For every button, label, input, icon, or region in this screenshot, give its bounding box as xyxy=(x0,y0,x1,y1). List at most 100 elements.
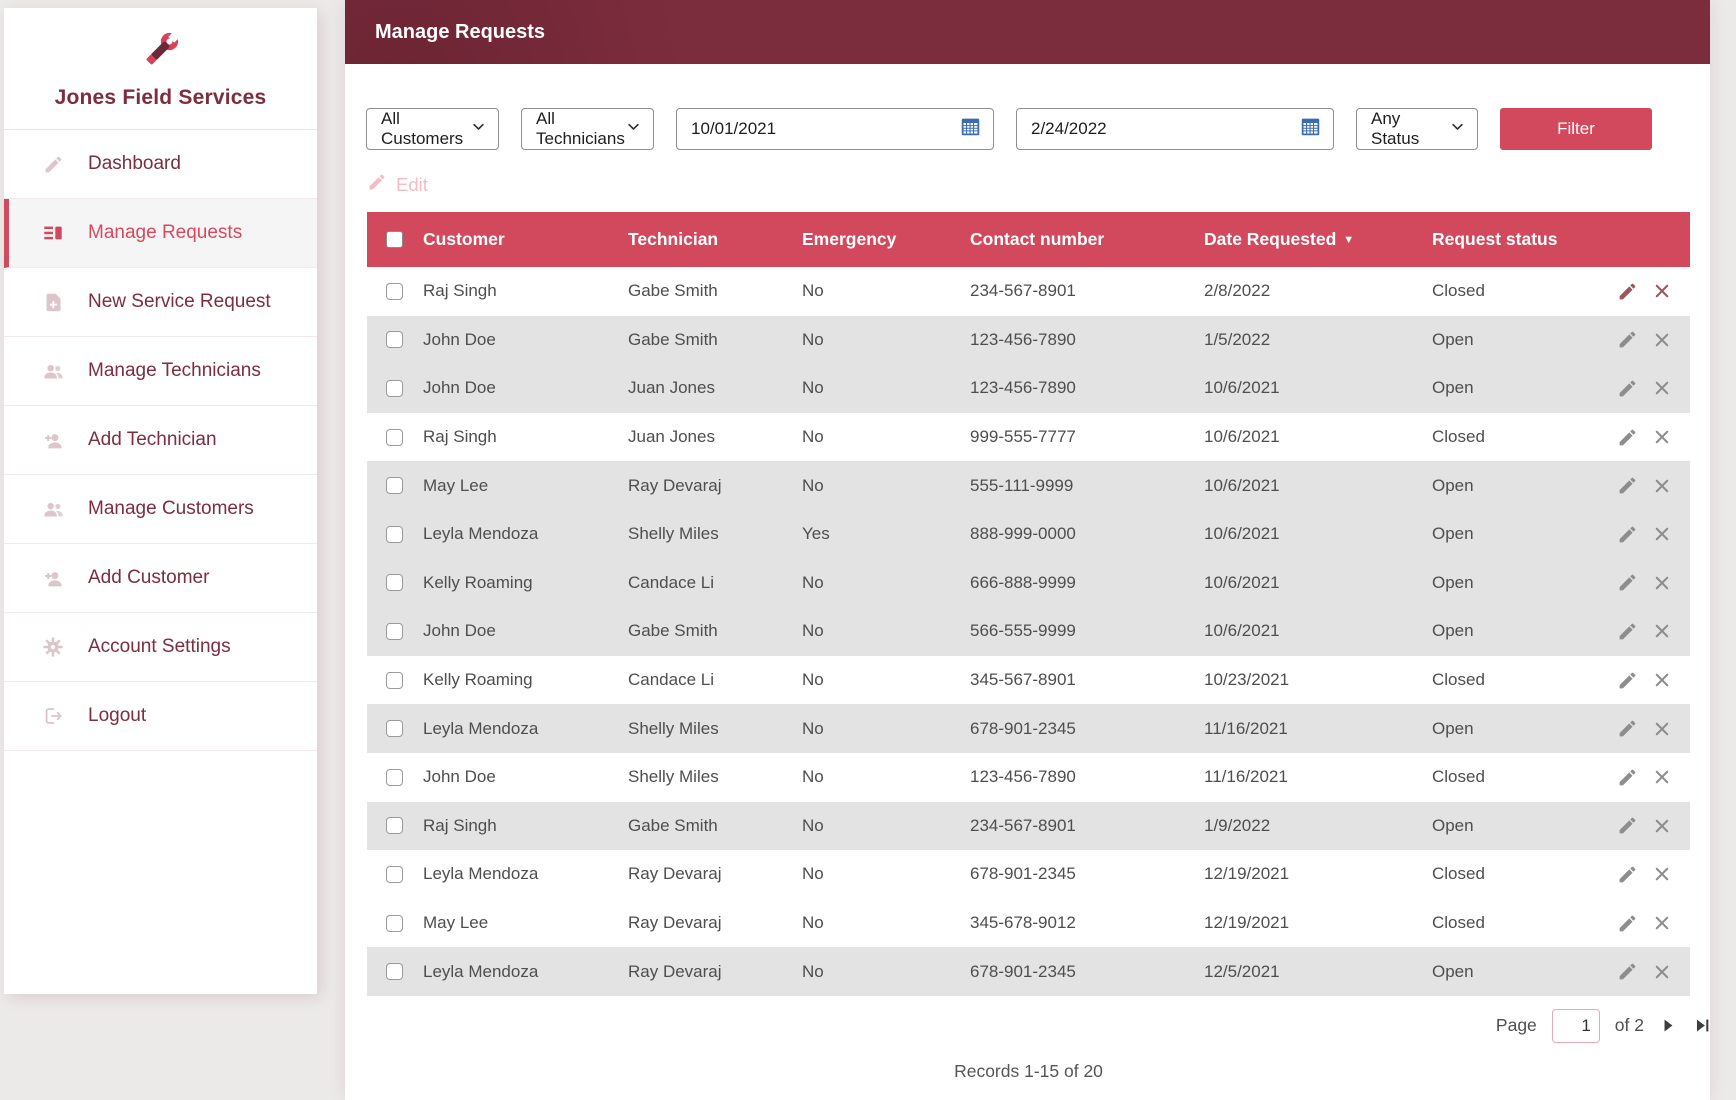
cell-emergency: No xyxy=(802,364,970,413)
select-row-checkbox[interactable] xyxy=(386,477,403,495)
delete-row-icon[interactable] xyxy=(1653,622,1671,640)
gear-icon xyxy=(40,636,66,658)
select-row-checkbox[interactable] xyxy=(386,525,403,543)
cell-date-requested: 10/6/2021 xyxy=(1204,607,1432,656)
select-row-checkbox[interactable] xyxy=(386,720,403,738)
edit-row-icon[interactable] xyxy=(1617,329,1638,350)
edit-row-icon[interactable] xyxy=(1617,767,1638,788)
delete-row-icon[interactable] xyxy=(1653,428,1671,446)
date-to-value: 2/24/2022 xyxy=(1031,119,1107,138)
requests-table: Customer Technician Emergency Contact numbe… xyxy=(367,212,1690,996)
delete-row-icon[interactable] xyxy=(1653,331,1671,349)
edit-row-icon[interactable] xyxy=(1617,378,1638,399)
pencil-icon xyxy=(40,154,66,175)
sidebar-item-manage-technicians[interactable]: Manage Technicians xyxy=(4,337,317,406)
select-row-checkbox[interactable] xyxy=(386,671,403,689)
cell-technician: Gabe Smith xyxy=(628,607,802,656)
table-body: Raj Singh Gabe Smith No 234-567-8901 2/8/202… xyxy=(367,267,1690,996)
delete-row-icon[interactable] xyxy=(1653,865,1671,883)
cell-date-requested: 10/6/2021 xyxy=(1204,427,1280,447)
select-row-checkbox[interactable] xyxy=(386,963,403,981)
page-number-input[interactable] xyxy=(1551,1008,1600,1043)
sidebar-item-manage-customers[interactable]: Manage Customers xyxy=(4,475,317,544)
cell-contact-number: 999-555-7777 xyxy=(970,427,1076,447)
select-row-checkbox[interactable] xyxy=(386,574,403,592)
sidebar-item-add-technician[interactable]: Add Technician xyxy=(4,406,317,475)
cell-emergency: No xyxy=(802,461,970,510)
delete-row-icon[interactable] xyxy=(1653,817,1671,835)
cell-customer: Raj Singh xyxy=(423,801,628,851)
edit-row-icon[interactable] xyxy=(1617,864,1638,885)
delete-row-icon[interactable] xyxy=(1653,768,1671,786)
edit-row-icon[interactable] xyxy=(1617,621,1638,642)
date-to-input[interactable]: 2/24/2022 xyxy=(1016,108,1334,150)
sidebar-item-logout[interactable]: Logout xyxy=(4,682,317,751)
delete-row-icon[interactable] xyxy=(1653,379,1671,397)
technician-filter-select[interactable]: All Technicians xyxy=(521,108,654,150)
delete-row-icon[interactable] xyxy=(1653,914,1671,932)
select-row-checkbox[interactable] xyxy=(386,768,403,786)
sidebar: Jones Field Services Dashboard Manage Req… xyxy=(4,8,317,994)
edit-row-icon[interactable] xyxy=(1617,427,1638,448)
column-header-technician[interactable]: Technician xyxy=(628,212,802,267)
document-add-icon xyxy=(40,292,66,313)
select-row-checkbox[interactable] xyxy=(386,379,403,397)
select-row-checkbox[interactable] xyxy=(386,622,403,640)
edit-row-icon[interactable] xyxy=(1617,670,1638,691)
sidebar-item-dashboard[interactable]: Dashboard xyxy=(4,130,317,199)
edit-row-icon[interactable] xyxy=(1617,961,1638,982)
column-header-contact-number[interactable]: Contact number xyxy=(970,212,1204,267)
customer-filter-select[interactable]: All Customers xyxy=(366,108,499,150)
delete-row-icon[interactable] xyxy=(1653,525,1671,543)
next-page-icon[interactable] xyxy=(1659,1016,1678,1035)
main-panel: Manage Requests All Customers All Techni… xyxy=(345,0,1710,1100)
select-row-checkbox[interactable] xyxy=(386,428,403,446)
edit-button-disabled[interactable]: Edit xyxy=(367,172,428,197)
sidebar-item-add-customer[interactable]: Add Customer xyxy=(4,544,317,613)
edit-row-icon[interactable] xyxy=(1617,475,1638,496)
column-header-date-requested[interactable]: Date Requested ▼ xyxy=(1204,212,1432,267)
sidebar-item-account-settings[interactable]: Account Settings xyxy=(4,613,317,682)
edit-row-icon[interactable] xyxy=(1617,281,1638,302)
delete-row-icon[interactable] xyxy=(1653,671,1671,689)
date-from-input[interactable]: 10/01/2021 xyxy=(676,108,994,150)
delete-row-icon[interactable] xyxy=(1653,574,1671,592)
select-row-checkbox[interactable] xyxy=(386,282,403,300)
delete-row-icon[interactable] xyxy=(1653,963,1671,981)
select-row-checkbox[interactable] xyxy=(386,331,403,349)
cell-technician: Juan Jones xyxy=(628,427,715,447)
sidebar-item-new-service-request[interactable]: New Service Request xyxy=(4,268,317,337)
cell-contact-number: 345-678-9012 xyxy=(970,913,1076,933)
table-row: John Doe Juan Jones No 123-456-7890 10/6/202… xyxy=(367,364,1690,413)
delete-row-icon[interactable] xyxy=(1653,720,1671,738)
sidebar-item-manage-requests[interactable]: Manage Requests xyxy=(4,199,317,268)
edit-row-icon[interactable] xyxy=(1617,913,1638,934)
last-page-icon[interactable] xyxy=(1693,1016,1712,1035)
cell-request-status: Open xyxy=(1432,461,1617,510)
cell-technician: Gabe Smith xyxy=(628,801,802,851)
edit-row-icon[interactable] xyxy=(1617,524,1638,545)
filter-button[interactable]: Filter xyxy=(1500,108,1652,150)
cell-customer: Leyla Mendoza xyxy=(423,864,539,884)
column-header-emergency[interactable]: Emergency xyxy=(802,212,970,267)
status-filter-select[interactable]: Any Status xyxy=(1356,108,1478,150)
edit-row-icon[interactable] xyxy=(1617,572,1638,593)
select-all-checkbox[interactable] xyxy=(386,231,403,248)
select-row-checkbox[interactable] xyxy=(386,817,403,835)
cell-contact-number: 678-901-2345 xyxy=(970,947,1204,996)
edit-row-icon[interactable] xyxy=(1617,815,1638,836)
calendar-icon[interactable] xyxy=(1300,116,1321,142)
table-row: Leyla Mendoza Shelly Miles No 678-901-2345 1… xyxy=(367,704,1690,753)
select-row-checkbox[interactable] xyxy=(386,865,403,883)
edit-row-icon[interactable] xyxy=(1617,718,1638,739)
delete-row-icon[interactable] xyxy=(1653,282,1671,300)
cell-request-status: Open xyxy=(1432,801,1617,851)
cell-customer: Raj Singh xyxy=(423,427,497,447)
column-header-request-status[interactable]: Request status xyxy=(1432,212,1617,267)
select-row-checkbox[interactable] xyxy=(386,914,403,932)
column-header-customer[interactable]: Customer xyxy=(423,212,628,267)
cell-customer: Leyla Mendoza xyxy=(423,509,628,559)
calendar-icon[interactable] xyxy=(960,116,981,142)
delete-row-icon[interactable] xyxy=(1653,477,1671,495)
cell-emergency: No xyxy=(802,913,824,933)
